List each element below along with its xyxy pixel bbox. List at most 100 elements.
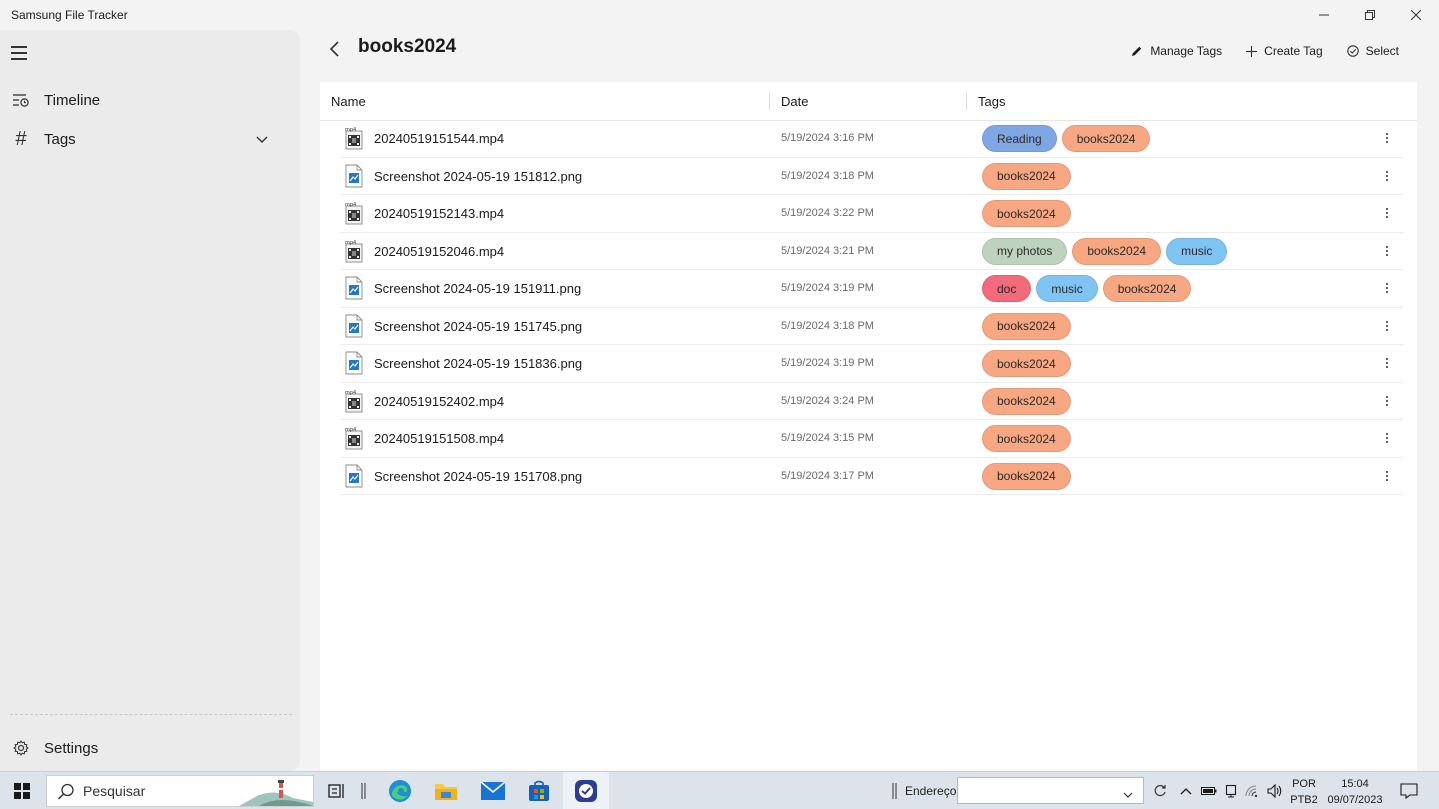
tag-chip[interactable]: books2024	[982, 162, 1071, 190]
tag-chip[interactable]: books2024	[982, 350, 1071, 377]
image-file-icon	[344, 464, 363, 488]
more-options-icon[interactable]	[1383, 243, 1391, 259]
tag-chip[interactable]: books2024	[982, 425, 1071, 452]
store-icon[interactable]	[526, 778, 552, 804]
language-indicator[interactable]: POR PTB2	[1288, 776, 1320, 808]
image-file-icon	[344, 276, 363, 300]
mail-icon[interactable]	[480, 778, 506, 804]
tag-list: books2024	[982, 387, 1071, 415]
task-view-icon[interactable]	[324, 778, 350, 804]
sidebar-item-settings[interactable]: Settings	[0, 730, 300, 766]
page-title: books2024	[358, 36, 457, 57]
address-input[interactable]	[957, 777, 1144, 804]
sidebar-item-tags[interactable]: # Tags	[0, 121, 300, 157]
table-row[interactable]: mp4 20240519151508.mp4 5/19/2024 3:15 PM bo…	[340, 420, 1403, 458]
refresh-icon[interactable]	[1147, 778, 1173, 804]
tag-list: books2024	[982, 425, 1071, 452]
minimize-icon	[1319, 14, 1329, 16]
file-tracker-app-icon[interactable]	[573, 778, 599, 804]
notification-icon[interactable]	[1396, 778, 1422, 804]
chevron-down-icon[interactable]	[1123, 786, 1133, 804]
restore-button[interactable]	[1347, 0, 1393, 30]
back-button[interactable]	[326, 38, 344, 60]
settings-label: Settings	[44, 739, 99, 757]
more-options-icon[interactable]	[1383, 130, 1391, 146]
more-options-icon[interactable]	[1383, 168, 1391, 184]
file-date: 5/19/2024 3:15 PM	[781, 432, 874, 444]
table-row[interactable]: Screenshot 2024-05-19 151745.png 5/19/202…	[340, 308, 1403, 345]
close-icon	[1411, 10, 1421, 20]
file-name: 20240519152143.mp4	[374, 206, 505, 221]
column-separator[interactable]	[966, 92, 967, 110]
minimize-button[interactable]	[1301, 0, 1347, 30]
manage-tags-button[interactable]: Manage Tags	[1131, 40, 1222, 62]
file-explorer-icon[interactable]	[433, 778, 459, 804]
table-row[interactable]: Screenshot 2024-05-19 151708.png 5/19/202…	[340, 458, 1403, 495]
clock[interactable]: 15:04 09/07/2023	[1322, 776, 1388, 808]
tag-chip[interactable]: music	[1036, 275, 1098, 302]
select-button[interactable]: Select	[1346, 40, 1399, 62]
video-file-icon: mp4	[344, 389, 363, 413]
chevron-down-icon[interactable]	[256, 131, 268, 149]
tag-chip[interactable]: doc	[982, 275, 1032, 302]
tag-chip[interactable]: books2024	[982, 312, 1071, 340]
plus-icon	[1246, 45, 1258, 57]
tag-list: doc music books2024	[982, 275, 1192, 302]
taskbar: Pesquisar Endereço POR PTB2 15:04 09/07/…	[0, 771, 1439, 809]
column-header-name[interactable]: Name	[331, 82, 771, 120]
column-header-date[interactable]: Date	[781, 82, 961, 120]
tag-list: my photos books2024 music	[982, 237, 1228, 265]
more-options-icon[interactable]	[1383, 205, 1391, 221]
edge-browser-icon[interactable]	[387, 778, 413, 804]
table-row[interactable]: Screenshot 2024-05-19 151911.png 5/19/202…	[340, 270, 1403, 308]
table-row[interactable]: mp4 20240519152402.mp4 5/19/2024 3:24 PM bo…	[340, 383, 1403, 420]
image-file-icon	[344, 351, 363, 375]
create-tag-button[interactable]: Create Tag	[1246, 40, 1323, 62]
video-file-icon: mp4	[344, 239, 363, 263]
svg-text:mp4: mp4	[345, 202, 356, 208]
more-options-icon[interactable]	[1383, 280, 1391, 296]
tag-chip[interactable]: my photos	[982, 237, 1068, 265]
more-options-icon[interactable]	[1383, 318, 1391, 334]
taskbar-search[interactable]: Pesquisar	[46, 775, 314, 807]
hash-icon: #	[15, 127, 27, 150]
tag-chip[interactable]: music	[1166, 237, 1228, 265]
table-row[interactable]: Screenshot 2024-05-19 151812.png 5/19/202…	[340, 158, 1403, 195]
more-options-icon[interactable]	[1383, 430, 1391, 446]
title-bar: Samsung File Tracker	[0, 0, 1439, 30]
tag-chip[interactable]: books2024	[982, 462, 1071, 490]
svg-text:mp4: mp4	[345, 127, 356, 133]
video-file-icon: mp4	[344, 126, 363, 150]
address-divider-icon	[888, 778, 902, 804]
table-row[interactable]: mp4 20240519152143.mp4 5/19/2024 3:22 PM bo…	[340, 195, 1403, 233]
tag-chip[interactable]: books2024	[1102, 275, 1192, 302]
volume-icon[interactable]	[1262, 778, 1288, 804]
column-separator[interactable]	[769, 92, 770, 110]
tag-chip[interactable]: books2024	[982, 387, 1071, 415]
tag-chip[interactable]: books2024	[1061, 125, 1151, 152]
tag-chip[interactable]: Reading	[982, 125, 1057, 152]
file-date: 5/19/2024 3:19 PM	[781, 357, 874, 369]
table-row[interactable]: Screenshot 2024-05-19 151836.png 5/19/202…	[340, 345, 1403, 383]
table-row[interactable]: mp4 20240519152046.mp4 5/19/2024 3:21 PM my…	[340, 233, 1403, 270]
tag-chip[interactable]: books2024	[1072, 237, 1162, 265]
gear-icon	[11, 740, 31, 756]
tag-chip[interactable]: books2024	[982, 200, 1071, 227]
video-file-icon: mp4	[344, 426, 363, 450]
back-arrow-icon	[330, 41, 339, 57]
image-file-icon	[344, 164, 363, 188]
file-date: 5/19/2024 3:22 PM	[781, 207, 874, 219]
column-header-tags[interactable]: Tags	[978, 82, 1178, 120]
tag-list: books2024	[982, 312, 1071, 340]
more-options-icon[interactable]	[1383, 355, 1391, 371]
sidebar-item-timeline[interactable]: Timeline	[0, 82, 300, 118]
search-placeholder: Pesquisar	[83, 783, 146, 799]
more-options-icon[interactable]	[1383, 468, 1391, 484]
check-circle-icon	[1346, 45, 1359, 57]
column-header-label: Date	[781, 93, 809, 109]
close-button[interactable]	[1393, 0, 1439, 30]
more-options-icon[interactable]	[1383, 393, 1391, 409]
hamburger-menu-icon[interactable]	[11, 46, 27, 62]
table-row[interactable]: mp4 20240519151544.mp4 5/19/2024 3:16 PM Re…	[340, 120, 1403, 158]
windows-start-icon[interactable]	[14, 783, 30, 799]
